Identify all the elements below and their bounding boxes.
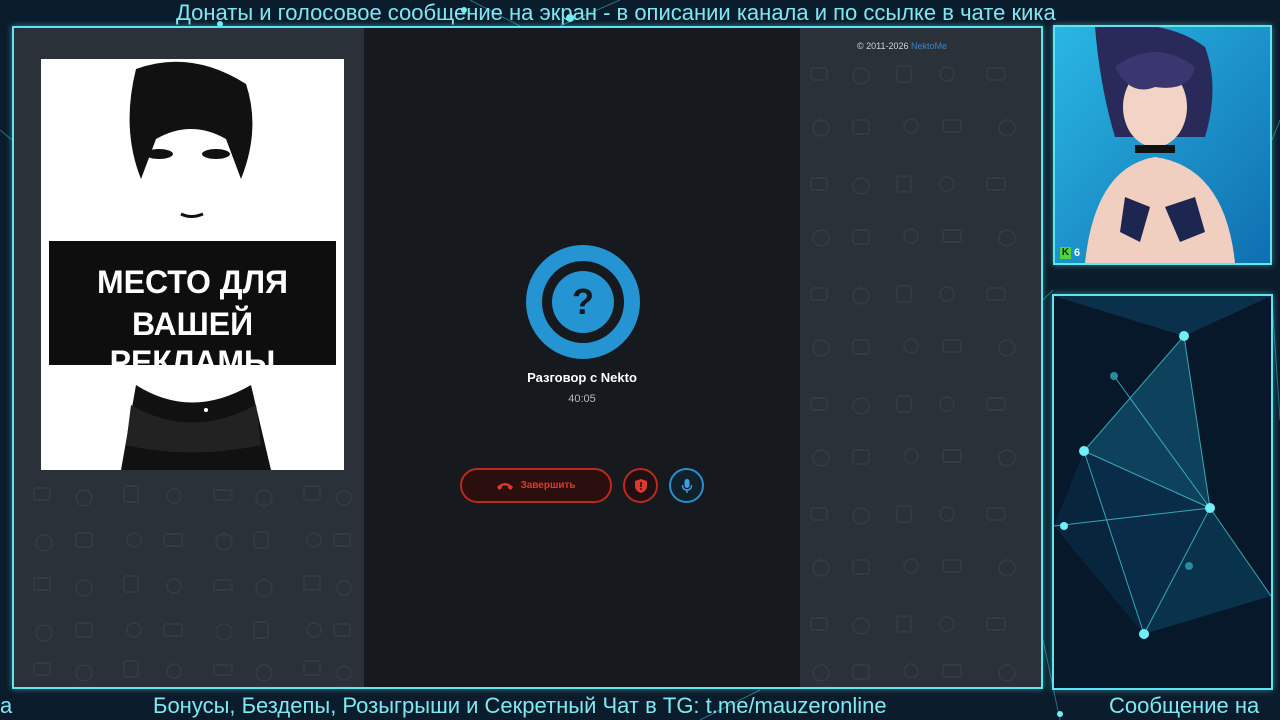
ticker-bottom-right: Сообщение на [1109,693,1260,718]
question-icon: ? [552,271,614,333]
main-frame: МЕСТО ДЛЯ ВАШЕЙ РЕКЛАМЫ © 2011-2026 Nekt… [12,26,1043,689]
ticker-bottom: а Бонусы, Бездепы, Розыгрыши и Секретный… [0,692,1280,720]
end-call-button[interactable]: Завершить [460,468,612,503]
chat-background-network [1054,296,1271,688]
report-button[interactable] [623,468,658,503]
call-title: Разговор с Nekto [527,370,637,385]
ad-portrait-bottom [121,385,271,470]
ad-portrait-top [129,61,253,218]
phone-hangup-icon [497,482,514,490]
ad-line-1: МЕСТО ДЛЯ [96,264,289,300]
chat-overlay [1052,294,1273,690]
end-call-label: Завершить [520,480,576,491]
webcam-image [1055,27,1270,263]
webcam-overlay: K 6 [1053,25,1272,265]
pattern-right [810,65,1016,682]
call-avatar: ? [526,245,640,359]
shield-icon [634,478,647,493]
microphone-icon [681,478,692,493]
ad-banner: МЕСТО ДЛЯ ВАШЕЙ РЕКЛАМЫ [49,241,336,380]
viewer-count: 6 [1074,247,1081,259]
nektome-link[interactable]: NektoMe [911,41,947,51]
viewer-count-badge: K 6 [1060,247,1080,259]
ticker-bottom-text: Бонусы, Бездепы, Розыгрыши и Секретный Ч… [153,693,887,718]
call-panel: ? Разговор с Nekto 40:05 Завершить [364,28,800,687]
microphone-button[interactable] [669,468,704,503]
ticker-top: Донаты и голосовое сообщение на экран - … [0,0,1280,26]
copyright: © 2011-2026 NektoMe [857,41,947,51]
ticker-bottom-left: а [0,693,13,718]
ad-placeholder: МЕСТО ДЛЯ ВАШЕЙ РЕКЛАМЫ [41,59,344,470]
kick-icon: K [1060,247,1071,259]
ticker-top-text: Донаты и голосовое сообщение на экран - … [176,0,1056,25]
call-timer: 40:05 [568,393,596,405]
copyright-text: © 2011-2026 [857,41,909,51]
